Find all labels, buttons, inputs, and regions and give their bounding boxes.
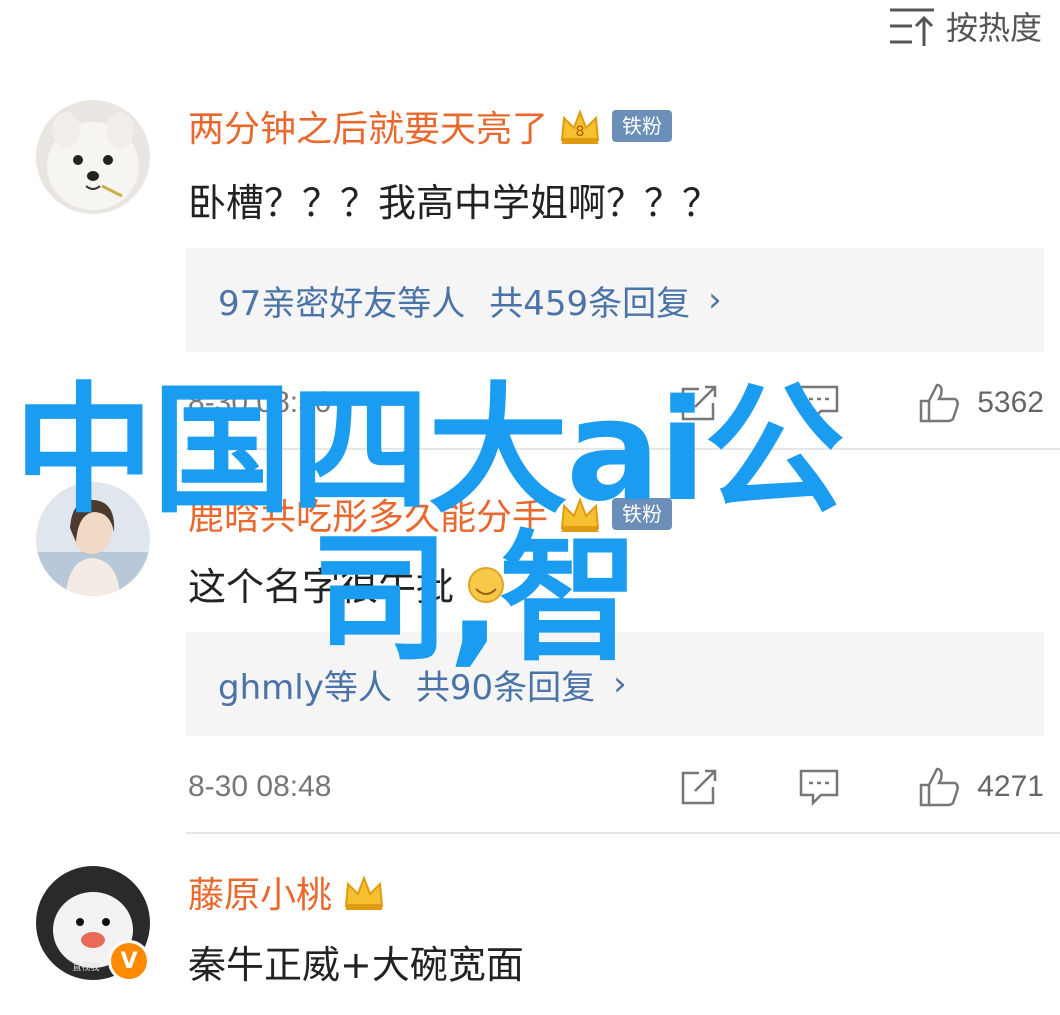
username[interactable]: 藤原小桃 bbox=[188, 866, 332, 918]
like-icon[interactable] bbox=[917, 381, 961, 425]
fan-badge: 铁粉 bbox=[612, 110, 673, 142]
like-icon[interactable] bbox=[917, 765, 961, 809]
emoji-icon bbox=[466, 565, 506, 614]
username[interactable]: 鹿晗共吃彤多久能分手 bbox=[188, 488, 548, 540]
fan-badge: 铁粉 bbox=[612, 498, 673, 530]
avatar[interactable] bbox=[36, 482, 150, 596]
avatar[interactable] bbox=[36, 100, 150, 214]
comment-text: 这个名字很牛批 bbox=[188, 556, 506, 614]
timestamp: 8-30 08:50 bbox=[188, 386, 332, 419]
username[interactable]: 两分钟之后就要天亮了 bbox=[188, 100, 548, 152]
crown-icon: 8 bbox=[558, 106, 602, 146]
share-icon[interactable] bbox=[677, 767, 721, 807]
crown-icon bbox=[342, 872, 386, 912]
comment-text-content: 这个名字很牛批 bbox=[188, 565, 455, 609]
reply-count: 共90条回复 bbox=[415, 667, 596, 708]
sort-button[interactable]: 按热度 bbox=[886, 4, 1042, 48]
divider bbox=[186, 448, 1060, 450]
svg-text:直视我: 直视我 bbox=[72, 961, 99, 973]
replies-link[interactable]: ghmly等人 共90条回复 › bbox=[186, 632, 1044, 736]
like-count: 5362 bbox=[977, 386, 1044, 419]
share-icon[interactable] bbox=[677, 383, 721, 423]
chevron-right-icon: › bbox=[613, 664, 627, 704]
sort-label: 按热度 bbox=[945, 9, 1042, 47]
verified-badge: V bbox=[108, 940, 150, 982]
reply-count: 共459条回复 bbox=[489, 283, 691, 324]
replies-link[interactable]: 97亲密好友等人 共459条回复 › bbox=[186, 248, 1044, 352]
comment-text: 秦牛正威+大碗宽面 bbox=[188, 943, 524, 987]
comment-icon[interactable] bbox=[797, 767, 841, 807]
divider bbox=[186, 832, 1060, 834]
svg-text:8: 8 bbox=[576, 124, 585, 140]
reply-users: ghmly等人 bbox=[218, 667, 392, 708]
chevron-right-icon: › bbox=[708, 280, 722, 320]
comment-icon[interactable] bbox=[797, 383, 841, 423]
sort-lines-icon bbox=[886, 4, 938, 48]
like-count: 4271 bbox=[977, 770, 1044, 803]
reply-users: 97亲密好友等人 bbox=[218, 283, 466, 324]
timestamp: 8-30 08:48 bbox=[188, 770, 332, 803]
comment-text: 卧槽？？？我高中学姐啊？？？ bbox=[188, 181, 721, 225]
crown-icon bbox=[558, 494, 602, 534]
